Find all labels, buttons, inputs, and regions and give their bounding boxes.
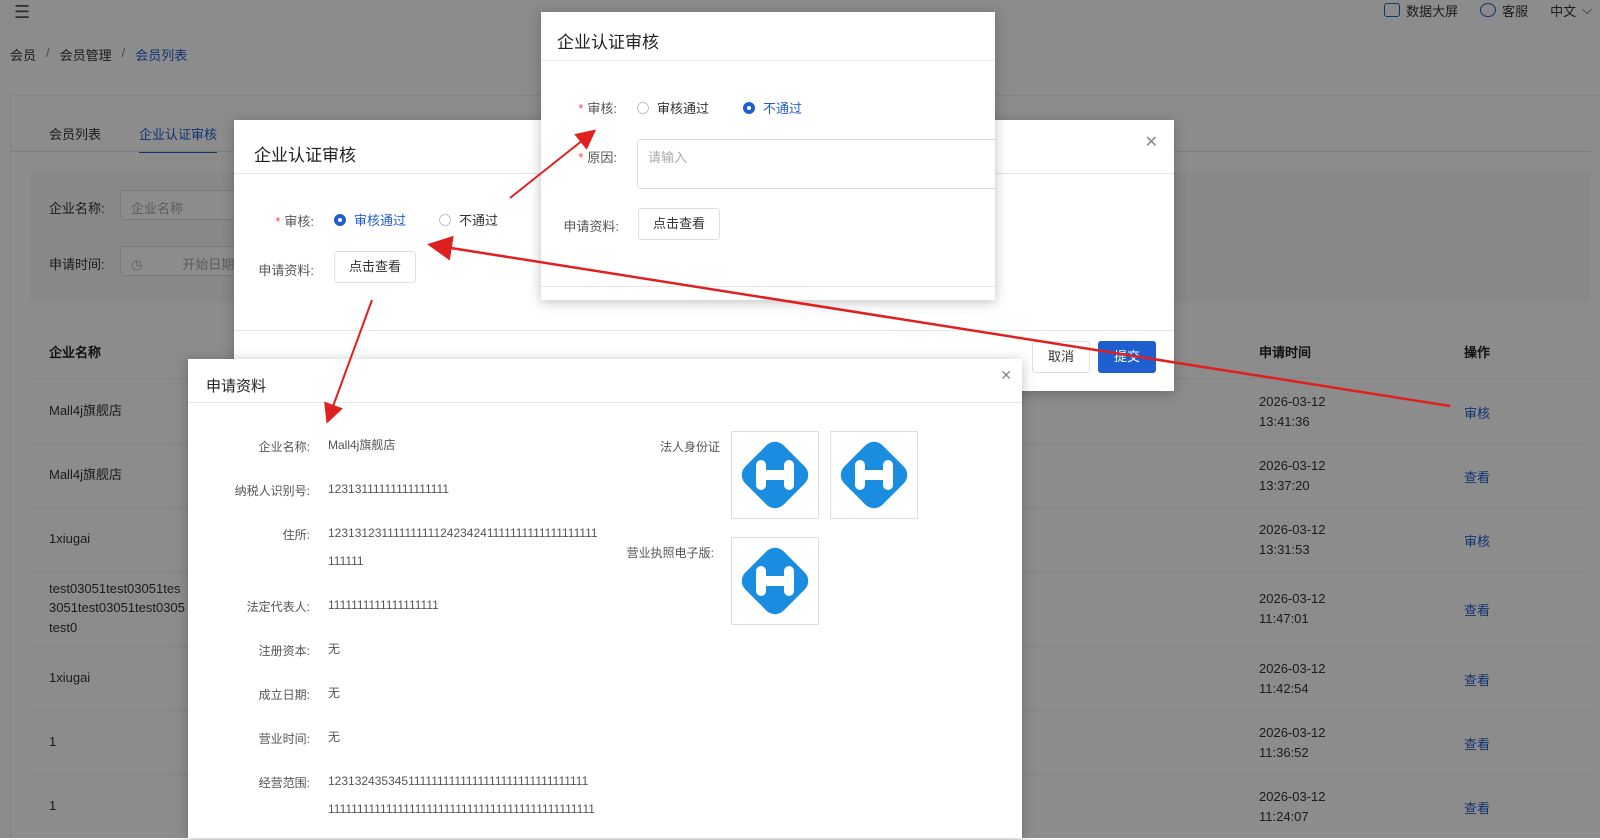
dialog-footer-divider bbox=[541, 286, 995, 287]
dialog-title: 企业认证审核 bbox=[557, 33, 659, 52]
logo-image-icon bbox=[840, 441, 908, 509]
audit-label: * 审核: bbox=[578, 101, 617, 116]
dialog-divider bbox=[541, 60, 995, 61]
view-materials-button[interactable]: 点击查看 bbox=[334, 251, 416, 283]
field-value-cont: 111111 bbox=[328, 554, 364, 568]
radio-pass[interactable]: 审核通过 bbox=[637, 98, 709, 117]
field-value: 1231312311111111112423424111111111111111… bbox=[328, 526, 598, 540]
field-value: 1231324353451111111111111111111111111111… bbox=[328, 774, 589, 788]
field-label: 营业时间: bbox=[258, 732, 310, 746]
audit-label: * 审核: bbox=[275, 214, 314, 229]
reason-textarea[interactable]: 请输入 bbox=[637, 139, 995, 189]
view-materials-button[interactable]: 点击查看 bbox=[638, 208, 720, 240]
materials-dialog: 申请资料 ✕ 企业名称: Mall4j旗舰店 纳税人识别号: 123131111… bbox=[188, 359, 1022, 838]
close-icon[interactable]: ✕ bbox=[1145, 132, 1158, 152]
radio-unchecked-icon bbox=[637, 101, 649, 114]
dialog-footer-divider bbox=[234, 330, 1174, 331]
radio-fail[interactable]: 不通过 bbox=[743, 98, 802, 117]
logo-image-icon bbox=[741, 441, 809, 509]
field-label: 法定代表人: bbox=[246, 600, 310, 614]
radio-checked-icon bbox=[334, 213, 346, 226]
id-card-image[interactable] bbox=[830, 431, 918, 519]
materials-label: 申请资料: bbox=[258, 263, 314, 278]
close-icon[interactable]: ✕ bbox=[1000, 367, 1012, 384]
field-label: 经营范围: bbox=[258, 776, 310, 790]
radio-checked-icon bbox=[743, 101, 755, 114]
field-label: 纳税人识别号: bbox=[234, 484, 310, 498]
id-card-label: 法人身份证 bbox=[659, 440, 720, 454]
radio-unchecked-icon bbox=[439, 213, 451, 226]
field-value: Mall4j旗舰店 bbox=[328, 438, 396, 452]
field-label: 企业名称: bbox=[258, 440, 310, 454]
license-label: 营业执照电子版: bbox=[626, 546, 714, 560]
id-card-image[interactable] bbox=[731, 431, 819, 519]
radio-fail[interactable]: 不通过 bbox=[439, 210, 498, 229]
field-value: 12313111111111111111 bbox=[328, 482, 450, 496]
field-value-cont: 1111111111111111111111111111111111111111… bbox=[328, 802, 595, 816]
radio-pass[interactable]: 审核通过 bbox=[334, 210, 406, 229]
dialog-divider bbox=[188, 402, 1022, 403]
field-label: 注册资本: bbox=[258, 644, 310, 658]
field-value: 1111111111111111111 bbox=[328, 598, 439, 612]
submit-button[interactable]: 提交 bbox=[1098, 341, 1156, 373]
field-value: 无 bbox=[328, 730, 341, 744]
field-value: 无 bbox=[328, 642, 341, 656]
reason-label: * 原因: bbox=[578, 150, 617, 165]
dialog-title: 企业认证审核 bbox=[254, 146, 356, 165]
logo-image-icon bbox=[741, 547, 809, 615]
cancel-button[interactable]: 取消 bbox=[1032, 341, 1090, 373]
business-license-image[interactable] bbox=[731, 537, 819, 625]
materials-label: 申请资料: bbox=[563, 219, 619, 234]
field-value: 无 bbox=[328, 686, 341, 700]
audit-reject-dialog: 企业认证审核 * 审核: 审核通过 不通过 * 原因: 请输入 申请资料: 点击查看 bbox=[541, 12, 995, 300]
dialog-title: 申请资料 bbox=[206, 378, 267, 395]
field-label: 成立日期: bbox=[258, 688, 310, 702]
field-label: 住所: bbox=[282, 528, 310, 542]
